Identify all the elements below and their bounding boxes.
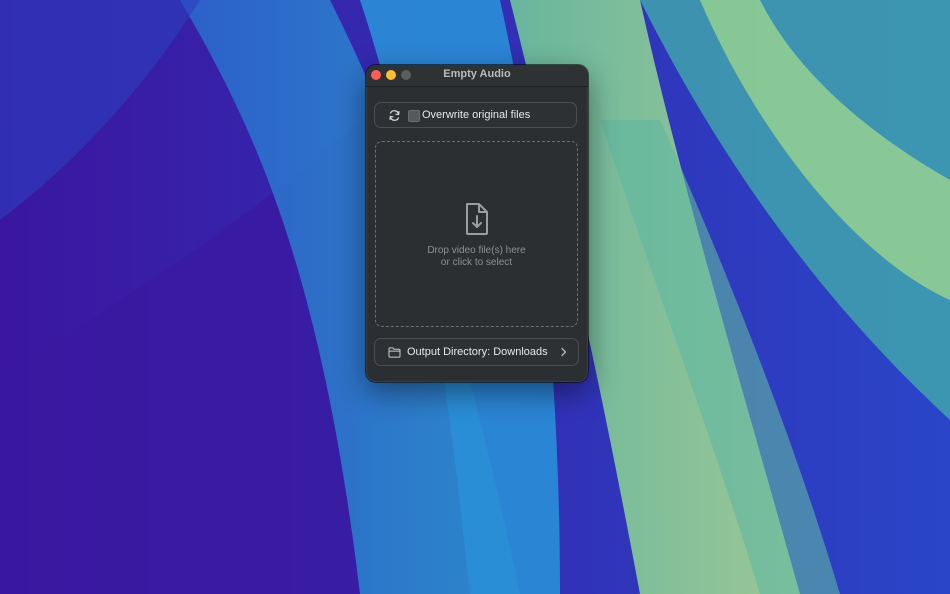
- file-download-icon: [466, 203, 488, 235]
- folder-icon: [388, 347, 401, 358]
- overwrite-label: Overwrite original files: [422, 109, 531, 121]
- output-directory-button[interactable]: Output Directory: Downloads: [374, 338, 579, 366]
- chevron-right-icon: [561, 347, 567, 357]
- app-window: Empty Audio Overwrite original files Dro…: [366, 65, 588, 382]
- overwrite-toggle[interactable]: Overwrite original files: [374, 102, 577, 128]
- overwrite-checkbox[interactable]: [408, 110, 420, 122]
- refresh-icon: [389, 110, 400, 121]
- select-instruction: or click to select: [440, 257, 513, 268]
- window-title: Empty Audio: [443, 68, 511, 80]
- titlebar[interactable]: Empty Audio: [366, 65, 588, 87]
- drop-instruction: Drop video file(s) here: [427, 245, 526, 256]
- drop-zone[interactable]: Drop video file(s) here or click to sele…: [375, 141, 578, 327]
- output-directory-label: Output Directory: Downloads: [407, 346, 548, 358]
